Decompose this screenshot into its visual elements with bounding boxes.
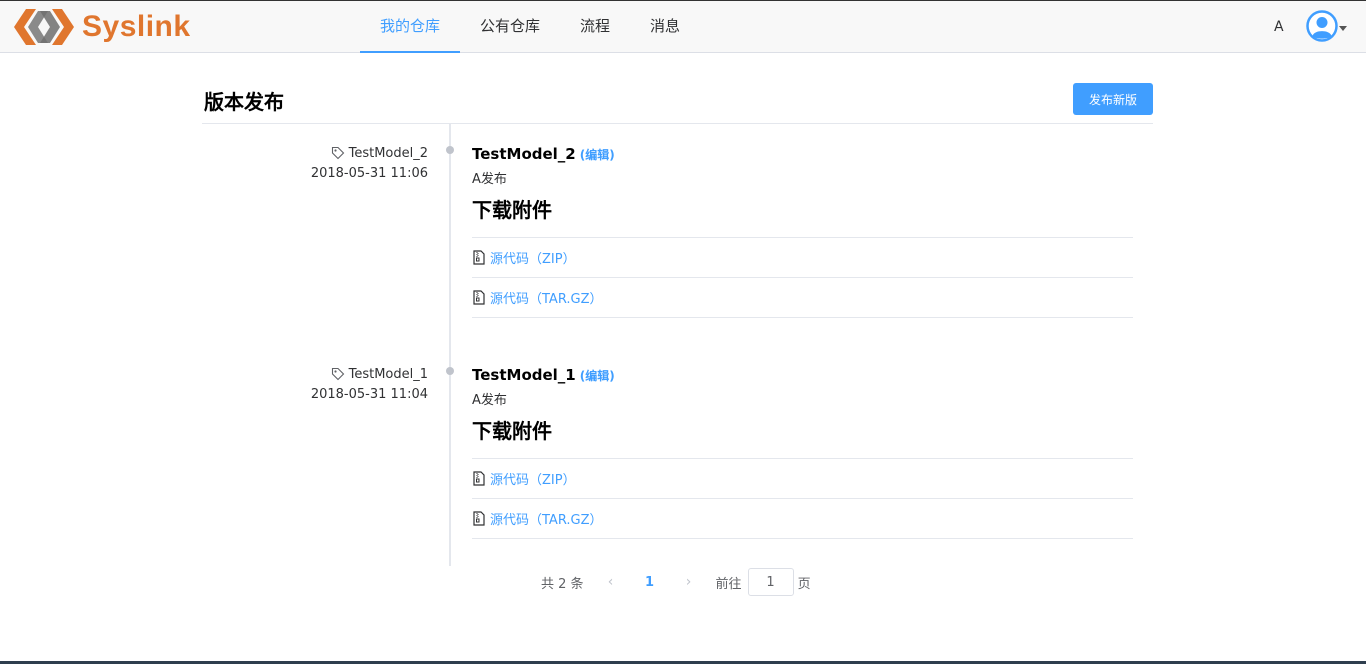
nav-messages[interactable]: 消息 bbox=[630, 1, 700, 53]
download-targz[interactable]: 源代码（TAR.GZ） bbox=[472, 499, 1133, 539]
pagination-page-suffix: 页 bbox=[797, 576, 811, 592]
nav-workflow[interactable]: 流程 bbox=[560, 1, 630, 53]
release-description: A发布 bbox=[472, 172, 507, 187]
release-date: 2018-05-31 11:06 bbox=[310, 166, 428, 181]
user-initial: A bbox=[1274, 19, 1284, 35]
tag-icon bbox=[331, 146, 344, 160]
release-date: 2018-05-31 11:04 bbox=[310, 387, 428, 402]
timeline-line bbox=[449, 124, 451, 566]
main-nav: 我的仓库 公有仓库 流程 消息 bbox=[360, 1, 700, 53]
downloads-list: 源代码（ZIP） 源代码（TAR.GZ） bbox=[472, 237, 1133, 318]
page-title: 版本发布 bbox=[204, 90, 284, 114]
release-description: A发布 bbox=[472, 393, 507, 408]
timeline-dot bbox=[446, 367, 454, 375]
syslink-logo-icon bbox=[14, 9, 74, 45]
release-body: TestModel_2 (编辑) A发布 下载附件 源代码（ZIP） 源代码（TA… bbox=[472, 143, 1133, 318]
tag-icon bbox=[331, 367, 344, 381]
chevron-left-icon[interactable]: ‹ bbox=[598, 574, 624, 590]
pagination-goto-label: 前往 bbox=[715, 576, 742, 592]
chevron-right-icon[interactable]: › bbox=[676, 574, 702, 590]
download-zip-link[interactable]: 源代码（ZIP） bbox=[490, 248, 576, 267]
chevron-down-icon[interactable] bbox=[1339, 26, 1347, 31]
release-meta: TestModel_1 2018-05-31 11:04 bbox=[311, 365, 428, 405]
release-meta: TestModel_2 2018-05-31 11:06 bbox=[311, 144, 428, 184]
edit-release-link[interactable]: (编辑) bbox=[580, 148, 615, 162]
zip-file-icon bbox=[473, 471, 485, 486]
downloads-heading: 下载附件 bbox=[472, 198, 552, 222]
pagination: 共 2 条 ‹ 1 › 前往 页 bbox=[541, 568, 811, 596]
nav-public-repos[interactable]: 公有仓库 bbox=[460, 1, 560, 53]
release-body: TestModel_1 (编辑) A发布 下载附件 源代码（ZIP） 源代码（TA… bbox=[472, 364, 1133, 539]
divider bbox=[202, 123, 1153, 124]
release-tag: TestModel_1 bbox=[348, 366, 428, 382]
download-targz-link[interactable]: 源代码（TAR.GZ） bbox=[490, 509, 603, 528]
app-logo[interactable]: Syslink bbox=[14, 7, 191, 47]
user-avatar-icon[interactable] bbox=[1306, 10, 1338, 42]
download-zip[interactable]: 源代码（ZIP） bbox=[472, 238, 1133, 278]
release-tag: TestModel_2 bbox=[348, 145, 428, 161]
release-name: TestModel_2 bbox=[472, 145, 576, 163]
app-name: Syslink bbox=[82, 10, 191, 43]
release-name: TestModel_1 bbox=[472, 366, 576, 384]
download-targz-link[interactable]: 源代码（TAR.GZ） bbox=[490, 288, 603, 307]
download-targz[interactable]: 源代码（TAR.GZ） bbox=[472, 278, 1133, 318]
downloads-heading: 下载附件 bbox=[472, 419, 552, 443]
download-zip[interactable]: 源代码（ZIP） bbox=[472, 459, 1133, 499]
zip-file-icon bbox=[473, 290, 485, 305]
timeline-dot bbox=[446, 146, 454, 154]
zip-file-icon bbox=[473, 511, 485, 526]
pagination-page-1[interactable]: 1 bbox=[624, 575, 676, 590]
top-header: Syslink 我的仓库 公有仓库 流程 消息 A bbox=[0, 0, 1366, 53]
downloads-list: 源代码（ZIP） 源代码（TAR.GZ） bbox=[472, 458, 1133, 539]
download-zip-link[interactable]: 源代码（ZIP） bbox=[490, 469, 576, 488]
zip-file-icon bbox=[473, 250, 485, 265]
publish-new-release-button[interactable]: 发布新版 bbox=[1073, 83, 1153, 115]
nav-my-repos[interactable]: 我的仓库 bbox=[360, 1, 461, 53]
edit-release-link[interactable]: (编辑) bbox=[580, 369, 615, 383]
pagination-total: 共 2 条 bbox=[541, 576, 584, 592]
pagination-goto-input[interactable] bbox=[747, 568, 794, 596]
